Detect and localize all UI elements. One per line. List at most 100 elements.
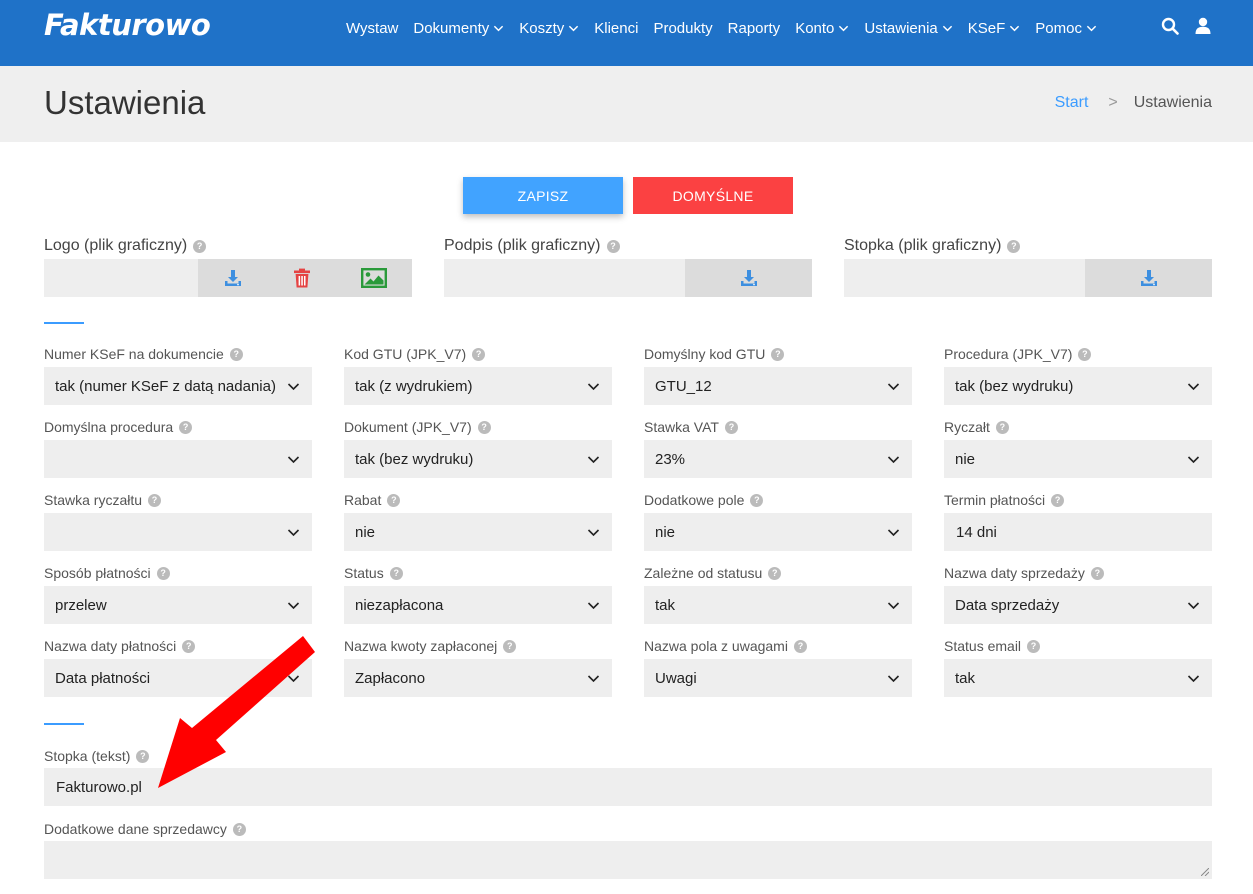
download-icon[interactable] [739,268,759,288]
nav-item-koszty[interactable]: Koszty [519,20,579,37]
chevron-down-icon [569,25,579,31]
help-icon[interactable]: ? [1051,493,1065,507]
field-8-select[interactable] [44,513,312,551]
field-14-label: Zależne od statusu? [644,565,782,581]
help-icon[interactable]: ? [1027,639,1041,653]
help-icon[interactable]: ? [1007,239,1021,253]
nav-item-klienci[interactable]: Klienci [594,20,638,37]
top-navbar: Fakturowo Wystaw Dokumenty Koszty Klienci Pr… [0,0,1253,66]
signature-file-field[interactable] [444,259,685,297]
chevron-down-icon [287,602,300,610]
field-16-select[interactable]: Data płatności [44,659,312,697]
help-icon[interactable]: ? [232,822,246,836]
footer-image-upload-actions [1085,259,1212,297]
field-2-label: Domyślny kod GTU? [644,346,785,362]
field-value: tak (bez wydruku) [355,450,474,468]
field-6-select[interactable]: 23% [644,440,912,478]
chevron-down-icon [887,675,900,683]
help-icon[interactable]: ? [156,566,170,580]
logo-file-field[interactable] [44,259,198,297]
field-1-label: Kod GTU (JPK_V7)? [344,346,486,362]
footer-text-input[interactable]: Fakturowo.pl [44,768,1212,806]
download-icon[interactable] [223,268,243,288]
user-icon[interactable] [1195,17,1211,40]
field-18-select[interactable]: Uwagi [644,659,912,697]
help-icon[interactable]: ? [724,420,738,434]
nav-item-pomoc[interactable]: Pomoc [1035,20,1097,37]
footer-image-file-field[interactable] [844,259,1085,297]
help-icon[interactable]: ? [771,347,785,361]
help-icon[interactable]: ? [606,239,620,253]
image-preview-icon[interactable] [361,268,387,288]
help-icon[interactable]: ? [148,493,162,507]
field-1-select[interactable]: tak (z wydrukiem) [344,367,612,405]
help-icon[interactable]: ? [995,420,1009,434]
help-icon[interactable]: ? [387,493,401,507]
help-icon[interactable]: ? [503,639,517,653]
field-15-select[interactable]: Data sprzedaży [944,586,1212,624]
field-11-input[interactable]: 14 dni [944,513,1212,551]
nav-item-ksef[interactable]: KSeF [968,20,1021,37]
help-icon[interactable]: ? [750,493,764,507]
seller-data-textarea[interactable] [44,841,1212,879]
search-icon[interactable] [1161,17,1179,40]
nav-item-raporty[interactable]: Raporty [728,20,781,37]
help-icon[interactable]: ? [472,347,486,361]
help-icon[interactable]: ? [768,566,782,580]
footer-text-label: Stopka (tekst) ? [44,748,150,764]
nav-item-label: Pomoc [1035,19,1082,37]
field-14-select[interactable]: tak [644,586,912,624]
field-label-text: Kod GTU (JPK_V7) [344,346,467,362]
field-17-select[interactable]: Zapłacono [344,659,612,697]
resize-grip-icon[interactable] [1201,868,1209,876]
nav-item-wystaw[interactable]: Wystaw [346,20,398,37]
field-2-select[interactable]: GTU_12 [644,367,912,405]
save-button[interactable]: ZAPISZ [463,177,623,214]
help-icon[interactable]: ? [179,420,193,434]
help-icon[interactable]: ? [389,566,403,580]
download-icon[interactable] [1139,268,1159,288]
footer-image-upload-label: Stopka (plik graficzny) ? [844,237,1021,255]
nav-icons [1161,17,1227,40]
nav-item-ustawienia[interactable]: Ustawienia [864,20,952,37]
chevron-down-icon [587,529,600,537]
field-9-select[interactable]: nie [344,513,612,551]
field-7-select[interactable]: nie [944,440,1212,478]
help-icon[interactable]: ? [1090,566,1104,580]
field-15-label: Nazwa daty sprzedaży? [944,565,1104,581]
field-4-select[interactable] [44,440,312,478]
chevron-down-icon [287,383,300,391]
field-3-select[interactable]: tak (bez wydruku) [944,367,1212,405]
field-9-label: Rabat? [344,492,401,508]
help-icon[interactable]: ? [229,347,243,361]
nav-item-produkty[interactable]: Produkty [653,20,712,37]
breadcrumb-home-link[interactable]: Start [1055,94,1089,112]
field-19-select[interactable]: tak [944,659,1212,697]
reset-defaults-button[interactable]: DOMYŚLNE [633,177,793,214]
field-label-text: Dodatkowe pole [644,492,745,508]
nav-item-dokumenty[interactable]: Dokumenty [413,20,504,37]
help-icon[interactable]: ? [136,749,150,763]
field-13-select[interactable]: niezapłacona [344,586,612,624]
seller-data-label: Dodatkowe dane sprzedawcy ? [44,821,246,837]
help-icon[interactable]: ? [182,639,196,653]
field-5-select[interactable]: tak (bez wydruku) [344,440,612,478]
nav-item-konto[interactable]: Konto [795,20,849,37]
field-10-label: Dodatkowe pole? [644,492,764,508]
field-value: GTU_12 [655,377,712,395]
delete-trash-icon[interactable] [293,268,311,288]
help-icon[interactable]: ? [1078,347,1092,361]
field-0-select[interactable]: tak (numer KSeF z datą nadania) [44,367,312,405]
help-icon[interactable]: ? [193,239,207,253]
chevron-down-icon [587,602,600,610]
brand-logo[interactable]: Fakturowo [44,8,211,42]
field-10-select[interactable]: nie [644,513,912,551]
section-divider [44,723,84,725]
help-icon[interactable]: ? [477,420,491,434]
page-title: Ustawienia [44,84,206,121]
field-12-select[interactable]: przelew [44,586,312,624]
logo-upload-label-text: Logo (plik graficzny) [44,237,188,254]
chevron-down-icon [494,25,504,31]
help-icon[interactable]: ? [793,639,807,653]
chevron-down-icon [942,25,952,31]
